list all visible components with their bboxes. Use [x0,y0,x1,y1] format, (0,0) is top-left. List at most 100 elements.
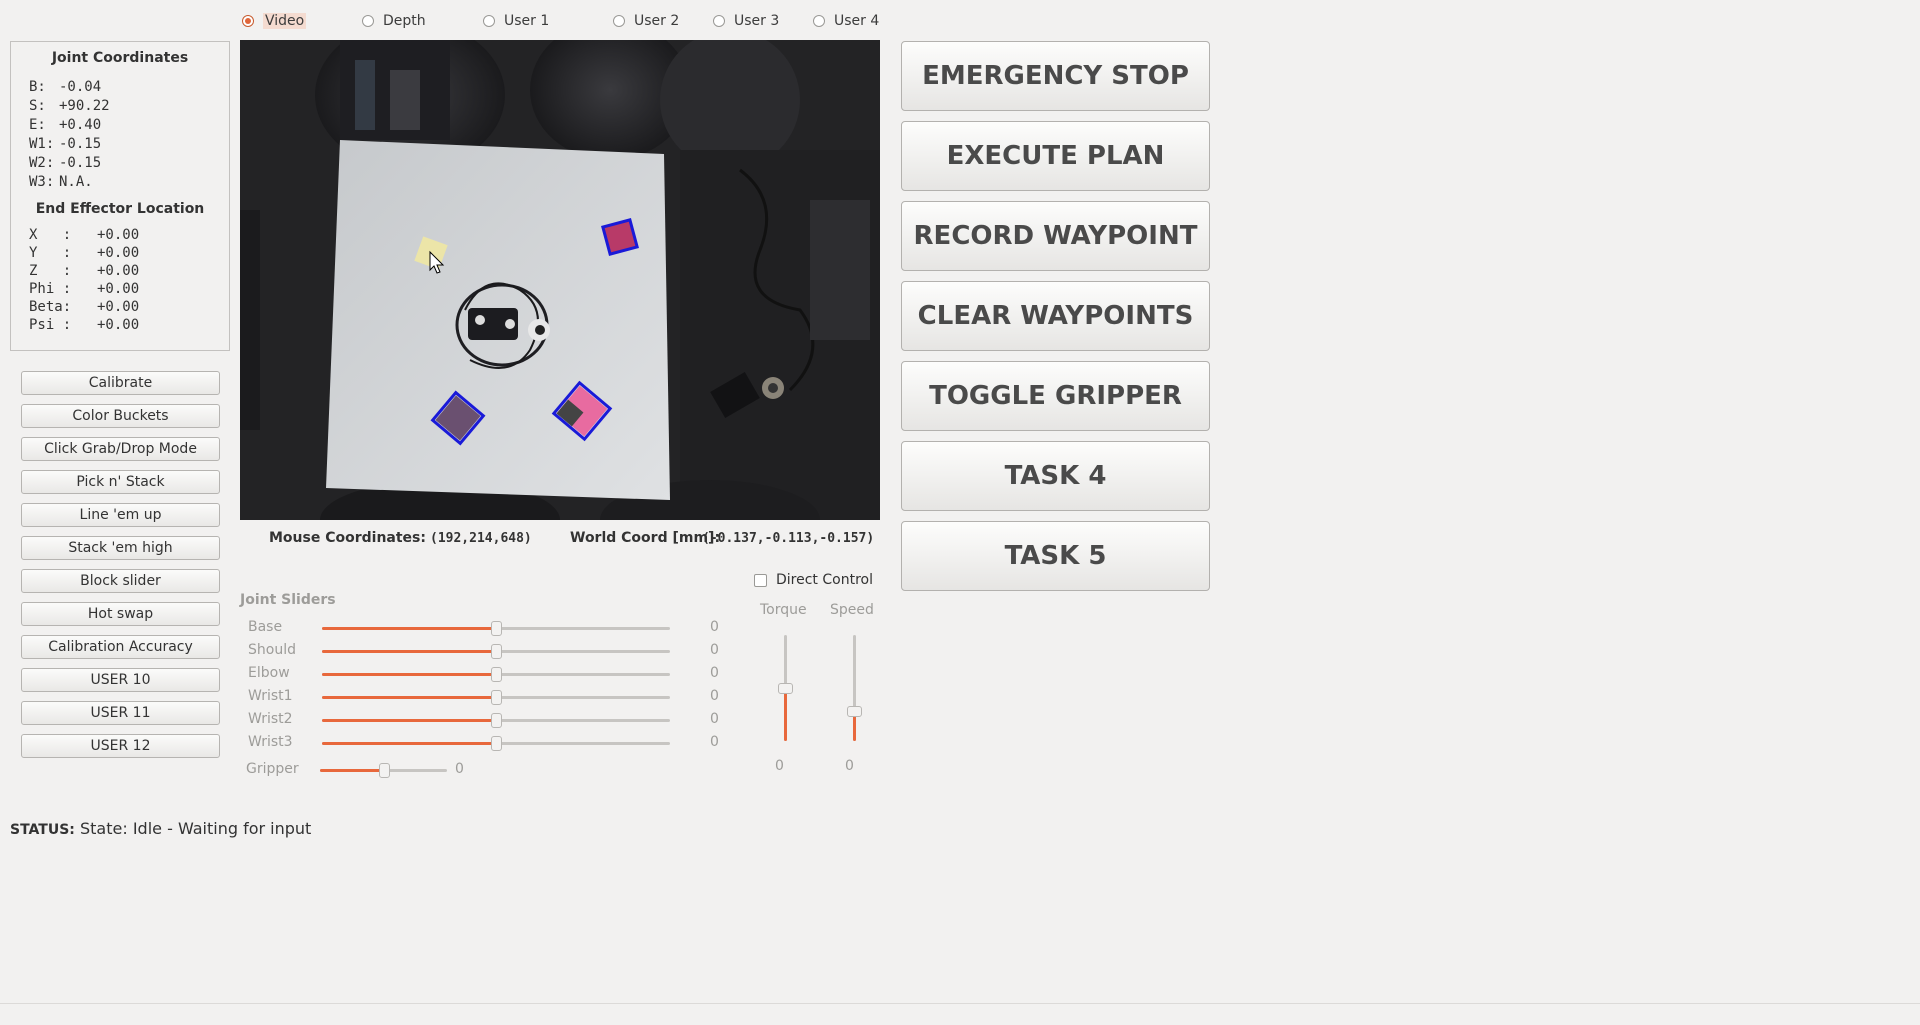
speed-label: Speed [830,602,874,618]
torque-label: Torque [760,602,807,618]
slider-wrist3-handle[interactable] [491,736,502,751]
user-12-button[interactable]: USER 12 [21,734,220,758]
calibration-accuracy-button[interactable]: Calibration Accuracy [21,635,220,659]
user-10-button[interactable]: USER 10 [21,668,220,692]
radio-user-4[interactable]: User 4 [813,12,879,30]
radio-dot-icon [483,15,495,27]
slider-gripper-handle[interactable] [378,763,390,778]
slider-label-elbow: Elbow [248,665,290,681]
task-4-button[interactable]: TASK 4 [901,441,1210,511]
detected-block [601,218,639,256]
radio-label: Depth [383,13,426,29]
end-effector-row: Psi : +0.00 [29,317,140,333]
gripper-value: 0 [455,761,464,777]
radio-dot-icon [362,15,374,27]
block-slider-button[interactable]: Block slider [21,569,220,593]
direct-control-checkbox[interactable] [754,574,767,587]
status-text: State: Idle - Waiting for input [80,819,312,838]
execute-plan-button[interactable]: EXECUTE PLAN [901,121,1210,191]
status-label: STATUS: [10,822,75,838]
speed-slider-handle[interactable] [847,706,862,718]
slider-gripper-fill [320,769,384,772]
slider-wrist2-fill [322,719,496,722]
mouse-coordinates-label: Mouse Coordinates: [269,530,426,546]
gripper-label: Gripper [246,761,299,777]
radio-dot-icon [613,15,625,27]
radio-label: Video [263,13,307,29]
end-effector-list: X : +0.00 Y : +0.00 Z : +0.00 Phi : +0.00 Be… [29,226,139,334]
pick-n-stack-button[interactable]: Pick n' Stack [21,470,220,494]
joint-sliders-title: Joint Sliders [240,592,336,608]
slider-wrist3-fill [322,742,496,745]
end-effector-row: X : +0.00 [29,227,140,243]
end-effector-row: Phi : +0.00 [29,281,140,297]
slider-label-base: Base [248,619,283,635]
task-5-button[interactable]: TASK 5 [901,521,1210,591]
slider-wrist1-handle[interactable] [491,690,502,705]
slider-shoulder-handle[interactable] [491,644,502,659]
world-coordinates-value: (-0.137,-0.113,-0.157) [702,531,875,546]
radio-user-1[interactable]: User 1 [483,12,549,30]
world-coordinates-label: World Coord [mm]: [570,530,721,546]
direct-control-label: Direct Control [776,572,873,588]
mouse-coordinates-value: (192,214,648) [430,531,532,546]
speed-slider-track[interactable] [853,635,856,741]
end-effector-row: Z : +0.00 [29,263,140,279]
slider-wrist1-fill [322,696,496,699]
click-grab-drop-button[interactable]: Click Grab/Drop Mode [21,437,220,461]
slider-value-wrist2: 0 [710,711,719,727]
record-waypoint-button[interactable]: RECORD WAYPOINT [901,201,1210,271]
radio-label: User 1 [504,13,550,29]
radio-user-3[interactable]: User 3 [713,12,779,30]
radio-user-2[interactable]: User 2 [613,12,679,30]
joint-row: E: +0.40 [29,117,102,133]
divider [0,1003,1920,1004]
slider-label-wrist2: Wrist2 [248,711,293,727]
joint-row: W1: -0.15 [29,136,102,152]
speed-value: 0 [845,758,854,774]
joint-coordinates-list: B: -0.04 S: +90.22 E: +0.40 W1: -0.15 W2: -0.… [29,78,110,192]
joint-row: B: -0.04 [29,79,102,95]
joint-row: S: +90.22 [29,98,110,114]
radio-dot-icon [813,15,825,27]
slider-wrist2-handle[interactable] [491,713,502,728]
line-em-up-button[interactable]: Line 'em up [21,503,220,527]
slider-value-shoulder: 0 [710,642,719,658]
end-effector-row: Y : +0.00 [29,245,140,261]
radio-video[interactable]: Video [242,12,307,30]
joint-row: W2: -0.15 [29,155,102,171]
slider-label-wrist3: Wrist3 [248,734,293,750]
emergency-stop-button[interactable]: EMERGENCY STOP [901,41,1210,111]
end-effector-title: End Effector Location [35,201,205,217]
slider-shoulder-fill [322,650,496,653]
hot-swap-button[interactable]: Hot swap [21,602,220,626]
radio-depth[interactable]: Depth [362,12,426,30]
slider-value-wrist3: 0 [710,734,719,750]
end-effector-row: Beta: +0.00 [29,299,140,315]
stack-em-high-button[interactable]: Stack 'em high [21,536,220,560]
camera-image [240,40,880,520]
slider-value-elbow: 0 [710,665,719,681]
slider-value-base: 0 [710,619,719,635]
coordinates-panel: Joint Coordinates B: -0.04 S: +90.22 E: +0.… [10,41,230,351]
radio-dot-icon [242,15,254,27]
slider-base-handle[interactable] [491,621,502,636]
torque-slider-fill [784,688,787,741]
camera-view[interactable] [240,40,880,520]
torque-slider-handle[interactable] [778,683,793,694]
radio-label: User 3 [734,13,780,29]
color-buckets-button[interactable]: Color Buckets [21,404,220,428]
radio-label: User 4 [834,13,880,29]
toggle-gripper-button[interactable]: TOGGLE GRIPPER [901,361,1210,431]
joint-coordinates-title: Joint Coordinates [51,50,189,66]
user-11-button[interactable]: USER 11 [21,701,220,725]
joint-row: W3: N.A. [29,174,93,190]
radio-label: User 2 [634,13,680,29]
calibrate-button[interactable]: Calibrate [21,371,220,395]
slider-elbow-handle[interactable] [491,667,502,682]
slider-value-wrist1: 0 [710,688,719,704]
radio-dot-icon [713,15,725,27]
clear-waypoints-button[interactable]: CLEAR WAYPOINTS [901,281,1210,351]
slider-elbow-fill [322,673,496,676]
slider-label-wrist1: Wrist1 [248,688,293,704]
